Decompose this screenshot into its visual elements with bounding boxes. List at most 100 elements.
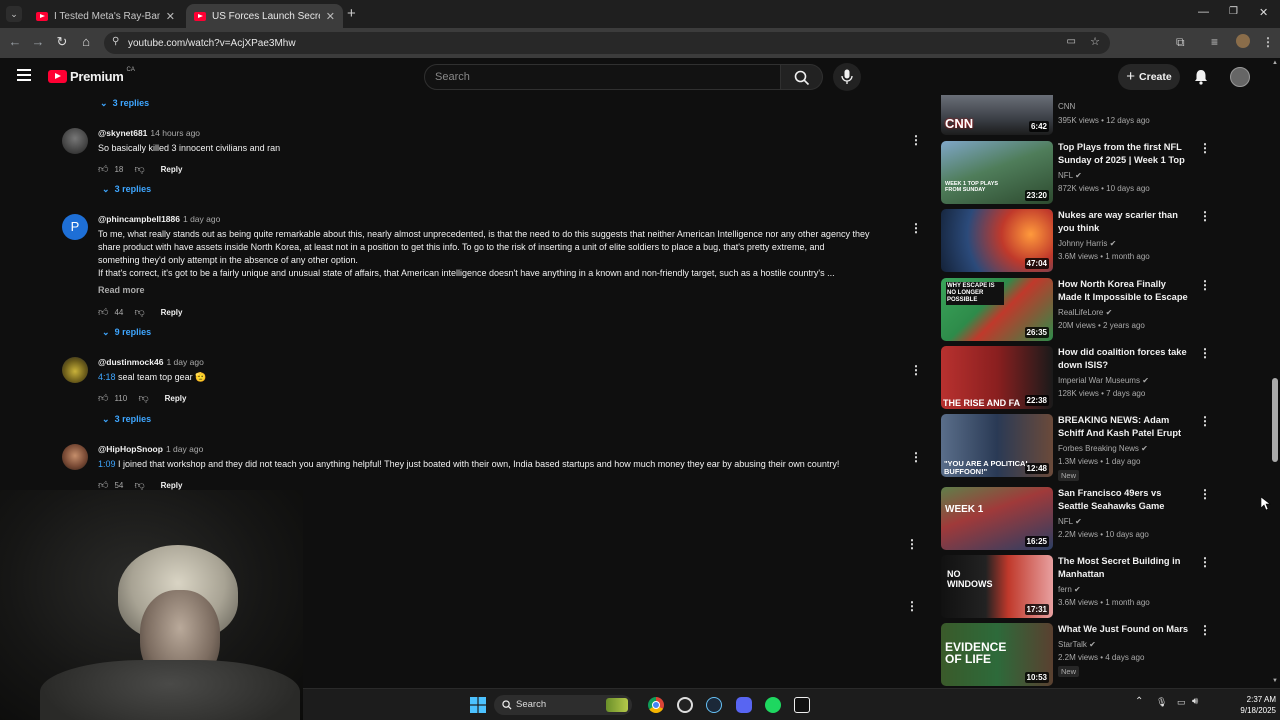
video-thumbnail[interactable]: EVIDENCE OF LIFE 10:53 bbox=[941, 623, 1053, 686]
related-video[interactable]: WEEK 1 TOP PLAYS FROM SUNDAY 23:20 Top P… bbox=[941, 141, 1221, 205]
home-icon[interactable]: ⌂ bbox=[77, 34, 95, 49]
comment-menu-icon[interactable]: ⋮ bbox=[910, 451, 922, 463]
back-icon[interactable]: ← bbox=[6, 34, 24, 49]
taskbar-clock[interactable]: 2:37 AM 9/18/2025 bbox=[1240, 694, 1276, 716]
video-thumbnail[interactable]: "YOU ARE A POLITICAL BUFFOON!" 12:48 bbox=[941, 414, 1053, 477]
video-title[interactable]: BREAKING NEWS: Adam Schiff And Kash Pate… bbox=[1058, 414, 1190, 440]
comment-author[interactable]: @HipHopSnoop 1 day ago bbox=[98, 444, 203, 454]
comment-menu-icon[interactable]: ⋮ bbox=[910, 134, 922, 146]
view-replies-link[interactable]: ⌄ 9 replies bbox=[102, 327, 151, 338]
comment-menu-icon[interactable]: ⋮ bbox=[910, 364, 922, 376]
related-video[interactable]: THE RISE AND FA 22:38 How did coalition … bbox=[941, 346, 1221, 410]
profile-avatar[interactable] bbox=[1236, 34, 1250, 48]
tray-overflow-icon[interactable]: ⌃ bbox=[1135, 696, 1143, 707]
video-menu-icon[interactable]: ⋮ bbox=[1199, 141, 1211, 155]
browser-menu-icon[interactable]: ⋮ bbox=[1262, 35, 1274, 49]
scroll-down-arrow-icon[interactable]: ▼ bbox=[1272, 678, 1278, 684]
video-thumbnail[interactable]: WHY ESCAPE IS NO LONGER POSSIBLE 26:35 bbox=[941, 278, 1053, 341]
minimize-icon[interactable]: — bbox=[1198, 6, 1209, 18]
video-title[interactable]: Top Plays from the first NFL Sunday of 2… bbox=[1058, 141, 1190, 167]
cast-icon[interactable]: ▭ bbox=[1067, 36, 1076, 47]
voice-search-button[interactable] bbox=[833, 63, 861, 91]
channel-name[interactable]: CNN bbox=[1058, 102, 1075, 111]
search-input[interactable]: Search bbox=[424, 64, 781, 90]
video-thumbnail[interactable]: WEEK 1 16:25 bbox=[941, 487, 1053, 550]
notifications-bell-icon[interactable] bbox=[1194, 69, 1208, 85]
dislike-icon[interactable]: 👎︎ bbox=[138, 392, 148, 404]
related-video[interactable]: 47:04 Nukes are way scarier than you thi… bbox=[941, 209, 1221, 273]
timestamp-link[interactable]: 1:09 bbox=[98, 459, 116, 469]
video-thumbnail[interactable]: NO WINDOWS 17:31 bbox=[941, 555, 1053, 618]
avatar[interactable] bbox=[62, 444, 88, 470]
video-thumbnail[interactable]: WEEK 1 TOP PLAYS FROM SUNDAY 23:20 bbox=[941, 141, 1053, 204]
spotify-icon[interactable] bbox=[765, 697, 781, 713]
channel-name[interactable]: Johnny Harris ✔︎ bbox=[1058, 239, 1116, 248]
tab-list-chevron-icon[interactable]: ⌄ bbox=[6, 6, 22, 22]
dislike-icon[interactable]: 👎︎ bbox=[134, 163, 144, 175]
reply-button[interactable]: Reply bbox=[165, 394, 187, 403]
youtube-logo[interactable]: Premium CA bbox=[48, 67, 135, 84]
channel-name[interactable]: NFL ✔︎ bbox=[1058, 517, 1082, 526]
windows-start-icon[interactable] bbox=[470, 697, 486, 713]
comment-author[interactable]: @dustinmock46 1 day ago bbox=[98, 357, 204, 367]
video-menu-icon[interactable]: ⋮ bbox=[1199, 414, 1211, 428]
taskbar-search[interactable]: Search bbox=[494, 695, 632, 715]
close-tab-icon[interactable]: ✕ bbox=[326, 10, 335, 23]
channel-name[interactable]: Forbes Breaking News ✔︎ bbox=[1058, 444, 1148, 453]
view-replies-link[interactable]: ⌄ 3 replies bbox=[102, 184, 151, 195]
scrollbar-thumb[interactable] bbox=[1272, 378, 1278, 462]
channel-name[interactable]: RealLifeLore ✔︎ bbox=[1058, 308, 1112, 317]
reload-icon[interactable]: ↻ bbox=[53, 34, 71, 50]
chrome-icon[interactable] bbox=[648, 697, 664, 713]
scroll-up-arrow-icon[interactable]: ▲ bbox=[1272, 60, 1278, 66]
video-title[interactable]: What We Just Found on Mars bbox=[1058, 623, 1190, 636]
related-video[interactable]: WHY ESCAPE IS NO LONGER POSSIBLE 26:35 H… bbox=[941, 278, 1221, 342]
tray-volume-icon[interactable]: 🔊︎ bbox=[1192, 696, 1198, 707]
video-menu-icon[interactable]: ⋮ bbox=[1199, 209, 1211, 223]
comment-menu-icon[interactable]: ⋮ bbox=[906, 600, 918, 612]
video-title[interactable]: The Most Secret Building in Manhattan bbox=[1058, 555, 1190, 581]
capcut-icon[interactable] bbox=[794, 697, 810, 713]
channel-name[interactable]: NFL ✔︎ bbox=[1058, 171, 1082, 180]
extensions-icon[interactable]: ⧉ bbox=[1176, 35, 1185, 50]
media-controls-icon[interactable]: ≡ bbox=[1211, 35, 1218, 49]
channel-name[interactable]: fern ✔︎ bbox=[1058, 585, 1081, 594]
avatar[interactable] bbox=[62, 357, 88, 383]
comment-author[interactable]: @phincampbell1886 1 day ago bbox=[98, 214, 220, 224]
video-menu-icon[interactable]: ⋮ bbox=[1199, 346, 1211, 360]
tray-network-icon[interactable]: ▭ bbox=[1177, 697, 1186, 708]
read-more-link[interactable]: Read more bbox=[98, 284, 145, 297]
restore-icon[interactable]: ❐ bbox=[1229, 6, 1238, 17]
address-bar[interactable]: ⚲ youtube.com/watch?v=AcjXPae3Mhw ▭ ☆ bbox=[104, 32, 1110, 54]
video-menu-icon[interactable]: ⋮ bbox=[1199, 278, 1211, 292]
video-thumbnail[interactable]: CNN 6:42 bbox=[941, 95, 1053, 135]
video-menu-icon[interactable]: ⋮ bbox=[1199, 623, 1211, 637]
reply-button[interactable]: Reply bbox=[161, 308, 183, 317]
bookmark-star-icon[interactable]: ☆ bbox=[1090, 35, 1100, 48]
related-video[interactable]: WEEK 1 16:25 San Francisco 49ers vs Seat… bbox=[941, 487, 1221, 551]
video-menu-icon[interactable]: ⋮ bbox=[1199, 487, 1211, 501]
forward-icon[interactable]: → bbox=[29, 34, 47, 49]
search-button[interactable] bbox=[781, 64, 823, 90]
video-thumbnail[interactable]: 47:04 bbox=[941, 209, 1053, 272]
view-replies-link[interactable]: ⌄ 3 replies bbox=[100, 98, 149, 109]
like-icon[interactable]: 👍︎ bbox=[98, 392, 108, 404]
channel-name[interactable]: StarTalk ✔︎ bbox=[1058, 640, 1096, 649]
reply-button[interactable]: Reply bbox=[161, 481, 183, 490]
steam-icon[interactable] bbox=[706, 697, 722, 713]
close-tab-icon[interactable]: ✕ bbox=[166, 10, 175, 23]
dislike-icon[interactable]: 👎︎ bbox=[134, 306, 144, 318]
video-title[interactable]: How North Korea Finally Made It Impossib… bbox=[1058, 278, 1190, 304]
video-menu-icon[interactable]: ⋮ bbox=[1199, 555, 1211, 569]
related-video[interactable]: CNN 6:42 CNN 395K views • 12 days ago bbox=[941, 95, 1221, 135]
create-button[interactable]: + Create bbox=[1118, 64, 1180, 90]
video-title[interactable]: Nukes are way scarier than you think bbox=[1058, 209, 1190, 235]
video-title[interactable]: How did coalition forces take down ISIS? bbox=[1058, 346, 1190, 372]
avatar[interactable] bbox=[62, 128, 88, 154]
new-tab-icon[interactable]: + bbox=[347, 5, 356, 22]
discord-icon[interactable] bbox=[736, 697, 752, 713]
account-avatar[interactable] bbox=[1230, 67, 1250, 87]
view-replies-link[interactable]: ⌄ 3 replies bbox=[102, 414, 151, 425]
like-icon[interactable]: 👍︎ bbox=[98, 163, 108, 175]
related-video[interactable]: "YOU ARE A POLITICAL BUFFOON!" 12:48 BRE… bbox=[941, 414, 1221, 484]
